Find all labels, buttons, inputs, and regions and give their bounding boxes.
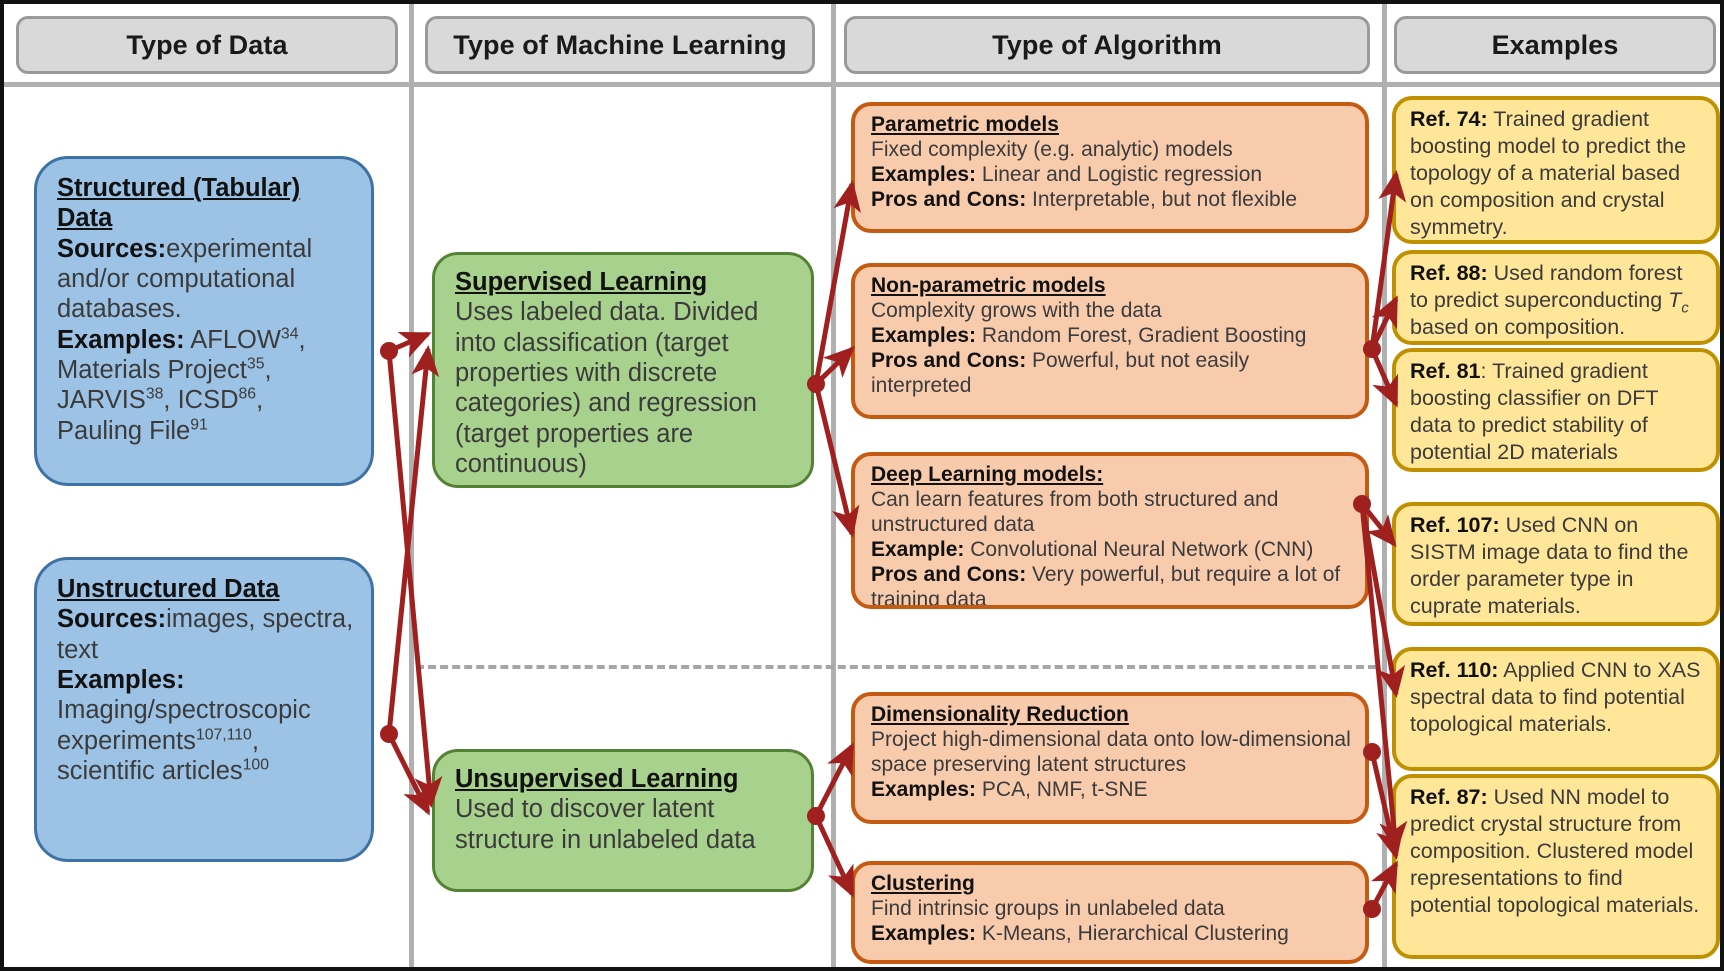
proscons-label: Pros and Cons: [871, 187, 1027, 211]
column-header-label: Examples [1491, 29, 1619, 60]
node-dimensionality-reduction: Dimensionality Reduction Project high-di… [851, 692, 1369, 824]
header-rule-3 [831, 82, 1382, 87]
node-body: Used to discover latent structure in unl… [455, 795, 756, 854]
tc-symbol: Tc [1668, 287, 1689, 317]
node-unsupervised-learning: Unsupervised Learning Used to discover l… [432, 749, 814, 892]
ref-label: Ref. 81 [1410, 359, 1481, 383]
node-desc: Project high-dimensional data onto low-d… [871, 727, 1351, 776]
node-examples: Examples: K-Means, Hierarchical Clusteri… [871, 922, 1351, 947]
sources-label: Sources: [57, 234, 167, 263]
example-text: Ref. 88: Used random forest to predict s… [1410, 260, 1704, 341]
node-unstructured-data: Unstructured Data Sources:images, spectr… [34, 557, 374, 862]
example-text: Ref. 74: Trained gradient boosting model… [1410, 106, 1704, 240]
column-separator-1 [409, 4, 414, 967]
examples-label: Examples: [871, 162, 977, 186]
node-parametric-models: Parametric models Fixed complexity (e.g.… [851, 102, 1369, 233]
node-ref-107: Ref. 107: Used CNN on SISTM image data t… [1392, 502, 1720, 626]
structured-examples-line: Examples: AFLOW34, Materials Project35, … [57, 325, 306, 445]
node-examples: Examples: PCA, NMF, t-SNE [871, 778, 1351, 803]
node-ref-81: Ref. 81: Trained gradient boosting class… [1392, 348, 1720, 472]
node-title: Parametric models [871, 113, 1059, 136]
column-header-label: Type of Machine Learning [453, 29, 787, 60]
examples-text: Convolutional Neural Network (CNN) [970, 537, 1314, 561]
column-header-type-of-algorithm: Type of Algorithm [844, 16, 1370, 74]
unstructured-examples-line: Imaging/spectroscopic experiments107,110… [57, 696, 311, 786]
node-desc: Can learn features from both structured … [871, 487, 1279, 536]
diagram-canvas: Type of Data Type of Machine Learning Ty… [0, 0, 1724, 971]
example-text: Ref. 107: Used CNN on SISTM image data t… [1410, 512, 1704, 620]
examples-label: Examples: [871, 323, 977, 347]
example-text: Ref. 87: Used NN model to predict crysta… [1410, 784, 1704, 918]
node-proscons: Pros and Cons: Interpretable, but not fl… [871, 188, 1351, 213]
examples-text: Random Forest, Gradient Boosting [981, 323, 1307, 347]
unstructured-sources-line: Sources:images, spectra, text [57, 604, 355, 665]
header-rule-1 [4, 82, 409, 87]
column-header-type-of-data: Type of Data [16, 16, 398, 74]
arrow-dot-unstructured [380, 725, 398, 743]
node-ref-110: Ref. 110: Applied CNN to XAS spectral da… [1392, 647, 1720, 771]
node-title: Deep Learning models: [871, 463, 1104, 486]
node-examples: Examples: Linear and Logistic regression [871, 163, 1351, 188]
supervised-unsupervised-divider [416, 665, 1376, 669]
node-body: Uses labeled data. Divided into classifi… [455, 298, 759, 479]
node-supervised-learning: Supervised Learning Uses labeled data. D… [432, 252, 814, 488]
node-title: Non-parametric models [871, 274, 1106, 297]
examples-label: Example: [871, 537, 965, 561]
examples-label: Examples: [871, 777, 977, 801]
ref-label: Ref. 74: [1410, 107, 1488, 131]
arrow-dot-structured [380, 342, 398, 360]
node-title: Supervised Learning [455, 268, 708, 296]
node-desc: Complexity grows with the data [871, 298, 1162, 322]
ref-label: Ref. 107: [1410, 513, 1500, 537]
ref-label: Ref. 87: [1410, 785, 1488, 809]
node-non-parametric-models: Non-parametric models Complexity grows w… [851, 263, 1369, 419]
example-text: Ref. 81: Trained gradient boosting class… [1410, 358, 1704, 466]
node-deep-learning-models: Deep Learning models: Can learn features… [851, 452, 1369, 609]
examples-label: Examples: [57, 666, 185, 695]
examples-label: Examples: [57, 325, 185, 354]
node-title: Structured (Tabular) Data [57, 174, 301, 233]
ref-text-after: based on composition. [1410, 314, 1626, 339]
ref-label: Ref. 110: [1410, 658, 1499, 682]
ref-label: Ref. 88: [1410, 261, 1488, 285]
node-clustering: Clustering Find intrinsic groups in unla… [851, 861, 1369, 964]
examples-text: PCA, NMF, t-SNE [981, 777, 1148, 801]
node-proscons: Pros and Cons: Powerful, but not easily … [871, 349, 1351, 399]
node-structured-data: Structured (Tabular) Data Sources:experi… [34, 156, 374, 486]
column-separator-2 [831, 4, 836, 967]
node-examples: Examples: Random Forest, Gradient Boosti… [871, 324, 1351, 349]
node-title: Clustering [871, 872, 975, 895]
proscons-text: Interpretable, but not flexible [1032, 187, 1298, 211]
node-desc: Find intrinsic groups in unlabeled data [871, 896, 1225, 920]
sources-label: Sources: [57, 605, 167, 634]
examples-text: K-Means, Hierarchical Clustering [981, 921, 1289, 945]
column-header-label: Type of Algorithm [992, 29, 1222, 60]
column-separator-3 [1382, 4, 1387, 967]
example-text: Ref. 110: Applied CNN to XAS spectral da… [1410, 657, 1704, 738]
header-rule-2 [409, 82, 831, 87]
node-ref-74: Ref. 74: Trained gradient boosting model… [1392, 96, 1720, 244]
node-ref-87: Ref. 87: Used NN model to predict crysta… [1392, 774, 1720, 959]
node-proscons: Pros and Cons: Very powerful, but requir… [871, 562, 1351, 605]
column-header-type-of-machine-learning: Type of Machine Learning [425, 16, 815, 74]
column-header-examples: Examples [1394, 16, 1716, 74]
examples-text: Linear and Logistic regression [981, 162, 1263, 186]
proscons-label: Pros and Cons: [871, 562, 1027, 586]
examples-label: Examples: [871, 921, 977, 945]
structured-sources-line: Sources:experimental and/or computationa… [57, 234, 355, 325]
unstructured-examples-label-line: Examples: [57, 665, 355, 695]
proscons-label: Pros and Cons: [871, 348, 1027, 372]
column-header-label: Type of Data [126, 29, 288, 60]
node-examples: Example: Convolutional Neural Network (C… [871, 538, 1351, 563]
node-ref-88: Ref. 88: Used random forest to predict s… [1392, 250, 1720, 345]
node-title: Dimensionality Reduction [871, 703, 1129, 726]
node-desc: Fixed complexity (e.g. analytic) models [871, 137, 1233, 161]
node-title: Unstructured Data [57, 575, 280, 603]
header-rule-4 [1382, 82, 1720, 87]
node-title: Unsupervised Learning [455, 765, 739, 793]
